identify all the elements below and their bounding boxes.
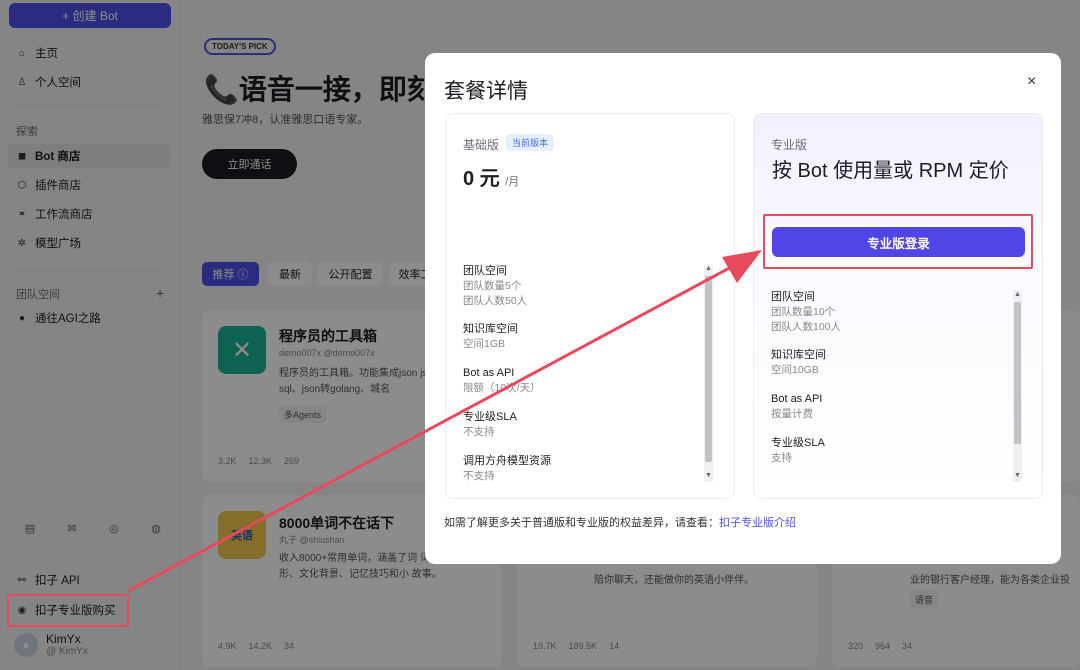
scroll-up-icon[interactable]: ▲: [1013, 290, 1022, 299]
basic-plan-card: 基础版 当前版本 0 元 /月 团队空间 团队数量5个 团队人数50人 知识库空…: [445, 113, 735, 499]
feature-team-space: 团队空间 团队数量5个 团队人数50人: [463, 265, 528, 307]
plan-details-modal: 套餐详情 × 基础版 当前版本 0 元 /月 团队空间 团队数量5个 团队人数5…: [425, 53, 1061, 564]
plan-name: 基础版: [463, 138, 500, 152]
plan-price: 0 元 /月: [463, 168, 520, 190]
scroll-down-icon[interactable]: ▼: [1013, 471, 1022, 480]
feature-knowledge-space: 知识库空间 空间10GB: [771, 349, 826, 376]
scroll-thumb[interactable]: [1014, 302, 1021, 444]
feature-sla: 专业级SLA 支持: [771, 437, 825, 464]
pro-plan-title: 按 Bot 使用量或 RPM 定价: [772, 160, 1009, 182]
scroll-down-icon[interactable]: ▼: [704, 471, 713, 480]
feature-sla: 专业级SLA 不支持: [463, 411, 517, 438]
scrollbar[interactable]: ▲ ▼: [1013, 290, 1022, 482]
feature-team-space: 团队空间 团队数量10个 团队人数100人: [771, 291, 842, 333]
feature-bot-api: Bot as API 按量计费: [771, 393, 823, 420]
close-icon[interactable]: ×: [1027, 73, 1036, 91]
annotation-highlight-box: [7, 594, 129, 627]
modal-title: 套餐详情: [444, 80, 528, 103]
scroll-thumb[interactable]: [705, 276, 712, 462]
modal-footer: 如需了解更多关于普通版和专业版的权益差异，请查看：扣子专业版介绍: [444, 517, 796, 529]
scrollbar[interactable]: ▲ ▼: [704, 264, 713, 482]
feature-ark-model: 调用方舟模型资源 不支持: [463, 455, 551, 482]
feature-knowledge-space: 知识库空间 空间1GB: [463, 323, 518, 350]
pro-intro-link[interactable]: 扣子专业版介绍: [719, 517, 796, 529]
current-version-badge: 当前版本: [506, 134, 555, 151]
annotation-highlight-box: [763, 214, 1033, 269]
feature-bot-api: Bot as API 限额（10次/天）: [463, 367, 541, 394]
pro-plan-card: 专业版 按 Bot 使用量或 RPM 定价 专业版登录 团队空间 团队数量10个…: [753, 113, 1043, 499]
plan-name: 专业版: [771, 138, 808, 152]
scroll-up-icon[interactable]: ▲: [704, 264, 713, 273]
